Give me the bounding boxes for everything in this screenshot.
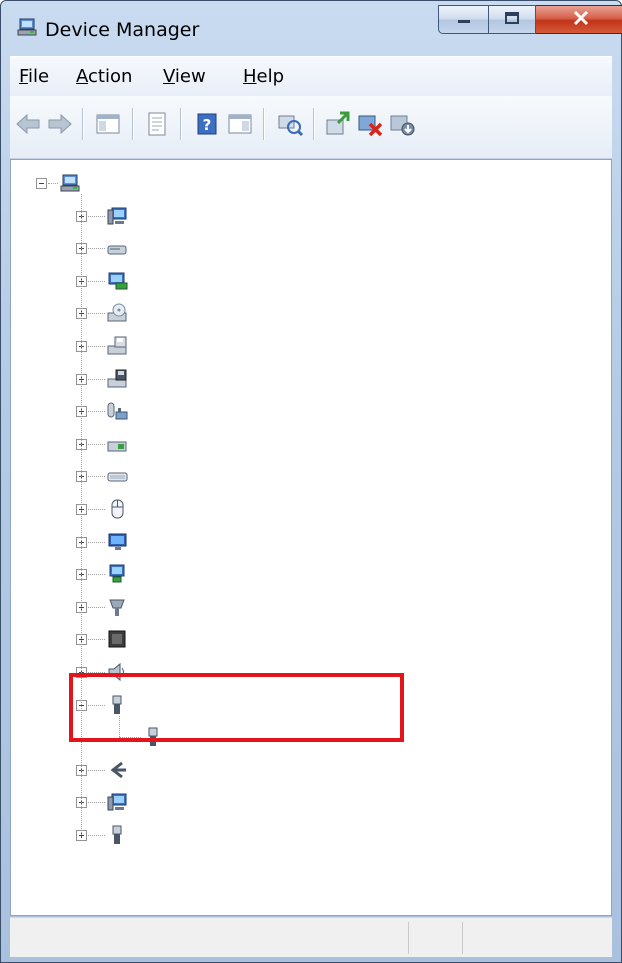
tree-category-node[interactable] (11, 757, 611, 789)
action-pane-icon[interactable] (226, 110, 254, 138)
tree-category-node[interactable] (11, 268, 611, 300)
mouse-icon (106, 498, 128, 520)
close-icon (572, 10, 590, 30)
uninstall-icon[interactable] (356, 110, 384, 138)
status-bar (10, 917, 612, 957)
tree-root-node[interactable] (11, 170, 611, 202)
scan-hardware-icon[interactable] (276, 110, 304, 138)
toolbar: ? (10, 96, 612, 159)
minimize-button[interactable] (438, 5, 489, 34)
collapse-root-button[interactable] (36, 178, 47, 189)
title-bar[interactable]: Device Manager (1, 1, 622, 47)
tree-category-node[interactable] (11, 431, 611, 463)
device-tree (11, 160, 611, 915)
tree-category-node[interactable] (11, 789, 611, 821)
menu-bar: File Action View Help (10, 56, 612, 97)
display-adapter-icon (106, 270, 128, 292)
network-adapter-icon (106, 563, 128, 585)
menu-view[interactable]: View (163, 66, 206, 87)
tree-category-node[interactable] (11, 398, 611, 430)
tree-category-node[interactable] (11, 300, 611, 332)
monitor-icon (106, 531, 128, 553)
tree-category-node[interactable] (11, 203, 611, 235)
tree-category-node[interactable] (11, 366, 611, 398)
system-devices-icon (106, 791, 128, 813)
floppy-drive-icon (106, 335, 128, 357)
show-hide-console-tree-icon[interactable] (94, 110, 122, 138)
tree-category-node[interactable] (11, 561, 611, 593)
window-title: Device Manager (45, 19, 200, 41)
forward-arrow-icon[interactable] (46, 110, 74, 138)
storage-controller-icon (106, 759, 128, 781)
tree-category-node[interactable] (11, 333, 611, 365)
processor-icon (106, 628, 128, 650)
computer-icon (106, 205, 128, 227)
red-annotation-box (69, 673, 404, 742)
menu-help[interactable]: Help (243, 66, 284, 87)
svg-text:?: ? (203, 116, 212, 134)
tree-category-node[interactable] (11, 594, 611, 626)
menu-action[interactable]: Action (76, 66, 132, 87)
close-button[interactable] (536, 5, 622, 34)
hid-icon (106, 400, 128, 422)
ide-controller-icon (106, 433, 128, 455)
tree-category-node[interactable] (11, 463, 611, 495)
tree-category-node[interactable] (11, 626, 611, 658)
minimize-icon (456, 10, 472, 29)
menu-file[interactable]: File (19, 66, 49, 87)
update-driver-icon[interactable] (324, 110, 352, 138)
tree-category-node[interactable] (11, 235, 611, 267)
usb-plug-icon (106, 824, 128, 846)
port-icon (106, 596, 128, 618)
help-icon[interactable]: ? (193, 110, 221, 138)
device-tree-pane[interactable] (10, 159, 612, 916)
device-manager-window: Device Manager File Action View Help ? (0, 0, 622, 963)
properties-icon[interactable] (143, 110, 171, 138)
maximize-icon (504, 10, 520, 29)
disable-device-icon[interactable] (388, 110, 416, 138)
tree-category-node[interactable] (11, 529, 611, 561)
maximize-button[interactable] (489, 5, 536, 34)
computer-management-icon (17, 18, 39, 42)
keyboard-icon (106, 465, 128, 487)
floppy-controller-icon (106, 368, 128, 390)
computer-network-icon (60, 172, 82, 194)
tree-category-node[interactable] (11, 496, 611, 528)
disk-drive-icon (106, 237, 128, 259)
tree-category-node[interactable] (11, 822, 611, 854)
back-arrow-icon[interactable] (14, 110, 42, 138)
dvd-drive-icon (106, 302, 128, 324)
